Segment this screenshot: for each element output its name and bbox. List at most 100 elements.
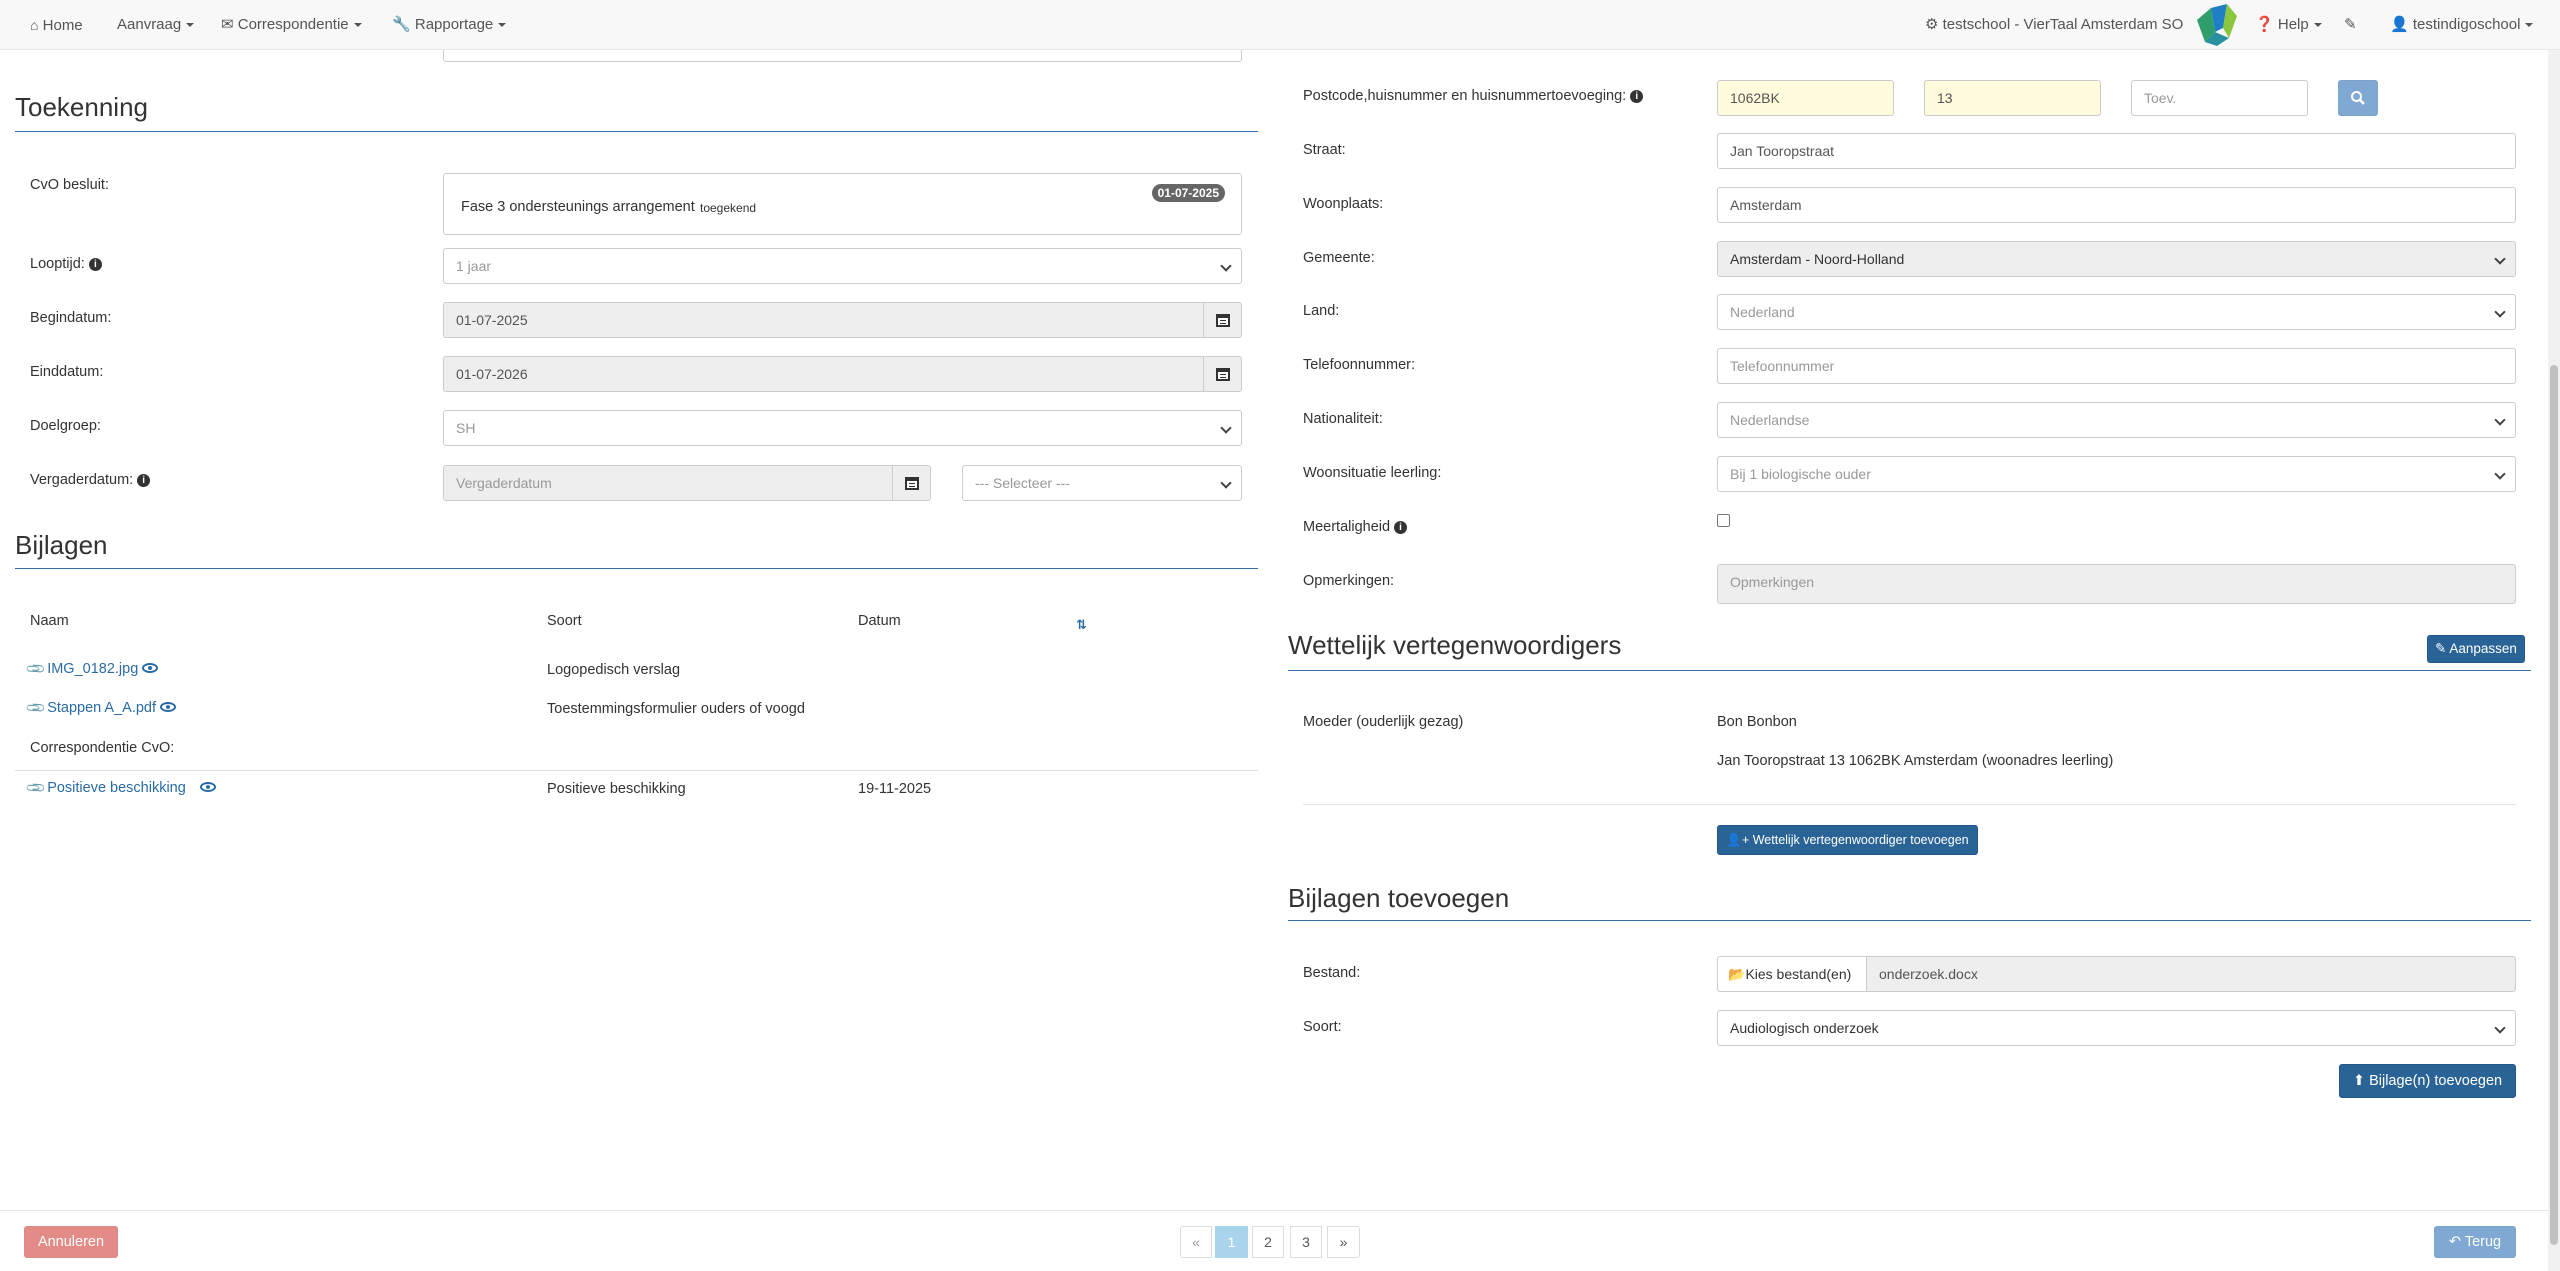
land-select[interactable]: Nederland — [1717, 294, 2516, 330]
sort-icon[interactable]: ⇅ — [1076, 617, 1087, 633]
vertegenwoordiger-divider — [1303, 804, 2516, 805]
nav-user[interactable]: 👤 testindigoschool — [2390, 0, 2534, 50]
calendar-icon — [905, 477, 919, 490]
nav-rapportage[interactable]: 🔧 Rapportage — [392, 0, 507, 50]
nav-aanvraag[interactable]: Aanvraag — [117, 0, 195, 50]
eye-icon[interactable] — [160, 702, 177, 712]
chevron-down-icon — [2495, 295, 2505, 329]
folder-open-icon: 📂 — [1728, 966, 1746, 982]
pagination-page-3[interactable]: 3 — [1290, 1226, 1322, 1258]
kies-bestand-button[interactable]: 📂Kies bestand(en) — [1717, 956, 1867, 992]
pagination-prev[interactable]: « — [1180, 1226, 1212, 1258]
annuleren-button[interactable]: Annuleren — [24, 1226, 118, 1258]
cvo-date-badge: 01-07-2025 — [1151, 184, 1225, 202]
search-icon — [2351, 91, 2365, 105]
table-row: 📎IMG_0182.jpg — [25, 658, 159, 680]
eye-icon[interactable] — [142, 663, 159, 673]
reply-arrow-icon: ↶ — [2448, 1234, 2462, 1250]
nationaliteit-select[interactable]: Nederlandse — [1717, 402, 2516, 438]
eye-icon[interactable] — [199, 782, 216, 792]
toekenning-divider — [15, 131, 1258, 132]
search-address-button[interactable] — [2338, 80, 2378, 116]
chevron-down-icon — [1221, 466, 1231, 500]
straat-input[interactable]: Jan Tooropstraat — [1717, 133, 2516, 169]
nav-school[interactable]: ⚙ testschool - VierTaal Amsterdam SO — [1925, 0, 2183, 50]
edit-icon[interactable]: ✎ — [2344, 0, 2357, 50]
envelope-icon: ✉ — [221, 16, 234, 33]
scrollbar-thumb[interactable] — [2550, 365, 2558, 1245]
caret-down-icon — [186, 23, 195, 28]
meertaligheid-label: Meertaligheid i — [1303, 519, 1408, 535]
begindatum-input: 01-07-2025 — [443, 302, 1204, 338]
woonsituatie-label: Woonsituatie leerling: — [1303, 465, 1442, 481]
cvo-text: Fase 3 ondersteunings arrangement — [461, 199, 695, 215]
caret-down-icon — [2313, 23, 2322, 28]
row-soort: Positieve beschikking — [547, 781, 686, 797]
chevron-down-icon — [2495, 457, 2505, 491]
vergaderdatum-calendar[interactable] — [893, 465, 931, 501]
pagination-page-2[interactable]: 2 — [1252, 1226, 1284, 1258]
th-datum[interactable]: Datum — [858, 613, 901, 629]
aanpassen-button[interactable]: ✎ Aanpassen — [2427, 635, 2525, 663]
caret-down-icon — [498, 23, 507, 28]
woonsituatie-select[interactable]: Bij 1 biologische ouder — [1717, 456, 2516, 492]
paperclip-icon: 📎 — [24, 696, 47, 719]
calendar-icon — [1216, 314, 1230, 327]
school-icon: ⚙ — [1925, 16, 1939, 33]
info-icon[interactable]: i — [88, 258, 102, 271]
row-datum: 19-11-2025 — [858, 781, 932, 797]
nav-help[interactable]: ❓ Help — [2255, 0, 2322, 50]
doelgroep-select[interactable]: SH — [443, 410, 1242, 446]
doelgroep-label: Doelgroep: — [30, 418, 101, 434]
wrench-icon: 🔧 — [392, 16, 411, 33]
nav-correspondentie[interactable]: ✉ Correspondentie — [221, 0, 362, 50]
vertegenwoordiger-toevoegen-button[interactable]: 👤+ Wettelijk vertegenwoordiger toevoegen — [1717, 825, 1978, 855]
footer-divider — [0, 1210, 2548, 1211]
soort-select[interactable]: Audiologisch onderzoek — [1717, 1010, 2516, 1046]
vertegenwoordiger-rol: Moeder (ouderlijk gezag) — [1303, 714, 1464, 730]
begindatum-calendar[interactable] — [1204, 302, 1242, 338]
attachment-link[interactable]: Positieve beschikking — [47, 780, 186, 796]
attachment-link[interactable]: Stappen A_A.pdf — [47, 700, 156, 716]
cvo-status: toegekend — [700, 201, 757, 215]
info-icon[interactable]: i — [1630, 90, 1644, 103]
meertaligheid-checkbox[interactable] — [1717, 514, 1730, 527]
huisnummer-input[interactable]: 13 — [1924, 80, 2101, 116]
info-icon[interactable]: i — [1394, 521, 1408, 534]
info-icon[interactable]: i — [137, 474, 151, 487]
row-soort: Logopedisch verslag — [547, 662, 681, 678]
looptijd-select[interactable]: 1 jaar — [443, 248, 1242, 284]
gemeente-select: Amsterdam - Noord-Holland — [1717, 241, 2516, 277]
upload-icon: ⬆ — [2352, 1073, 2366, 1089]
vertegenwoordigers-divider — [1288, 670, 2531, 671]
opmerkingen-textarea[interactable]: Opmerkingen — [1717, 564, 2516, 604]
bijlagen-toevoegen-button[interactable]: ⬆ Bijlage(n) toevoegen — [2339, 1064, 2516, 1098]
pagination-next[interactable]: » — [1327, 1226, 1360, 1258]
th-naam[interactable]: Naam — [30, 613, 69, 629]
postcode-label: Postcode,huisnummer en huisnummertoevoeg… — [1303, 88, 1644, 104]
terug-button[interactable]: ↶ Terug — [2434, 1226, 2516, 1258]
vertegenwoordiger-adres: Jan Tooropstraat 13 1062BK Amsterdam (wo… — [1717, 753, 2114, 769]
cvo-label: CvO besluit: — [30, 177, 109, 193]
vergaderdatum-input[interactable]: Vergaderdatum — [443, 465, 893, 501]
woonplaats-input[interactable]: Amsterdam — [1717, 187, 2516, 223]
question-circle-icon: ❓ — [2255, 16, 2274, 33]
row-soort: Toestemmingsformulier ouders of voogd — [547, 701, 805, 717]
telefoon-input[interactable]: Telefoonnummer — [1717, 348, 2516, 384]
opmerkingen-label: Opmerkingen: — [1303, 573, 1395, 589]
nav-home[interactable]: ⌂ Home — [30, 0, 83, 50]
row-divider — [15, 770, 1258, 771]
bestand-label: Bestand: — [1303, 965, 1361, 981]
einddatum-calendar[interactable] — [1204, 356, 1242, 392]
pagination-page-1[interactable]: 1 — [1215, 1226, 1248, 1258]
cvo-besluit-box: Fase 3 ondersteunings arrangement toegek… — [443, 173, 1242, 235]
toevoeging-input[interactable]: Toev. — [2131, 80, 2308, 116]
attachment-link[interactable]: IMG_0182.jpg — [47, 661, 138, 677]
vergadering-select[interactable]: --- Selecteer --- — [962, 465, 1242, 501]
einddatum-label: Einddatum: — [30, 364, 104, 380]
user-plus-icon: 👤+ — [1726, 833, 1750, 847]
calendar-icon — [1216, 368, 1230, 381]
postcode-input[interactable]: 1062BK — [1717, 80, 1894, 116]
chevron-down-icon — [2495, 1011, 2505, 1045]
th-soort[interactable]: Soort — [547, 613, 582, 629]
